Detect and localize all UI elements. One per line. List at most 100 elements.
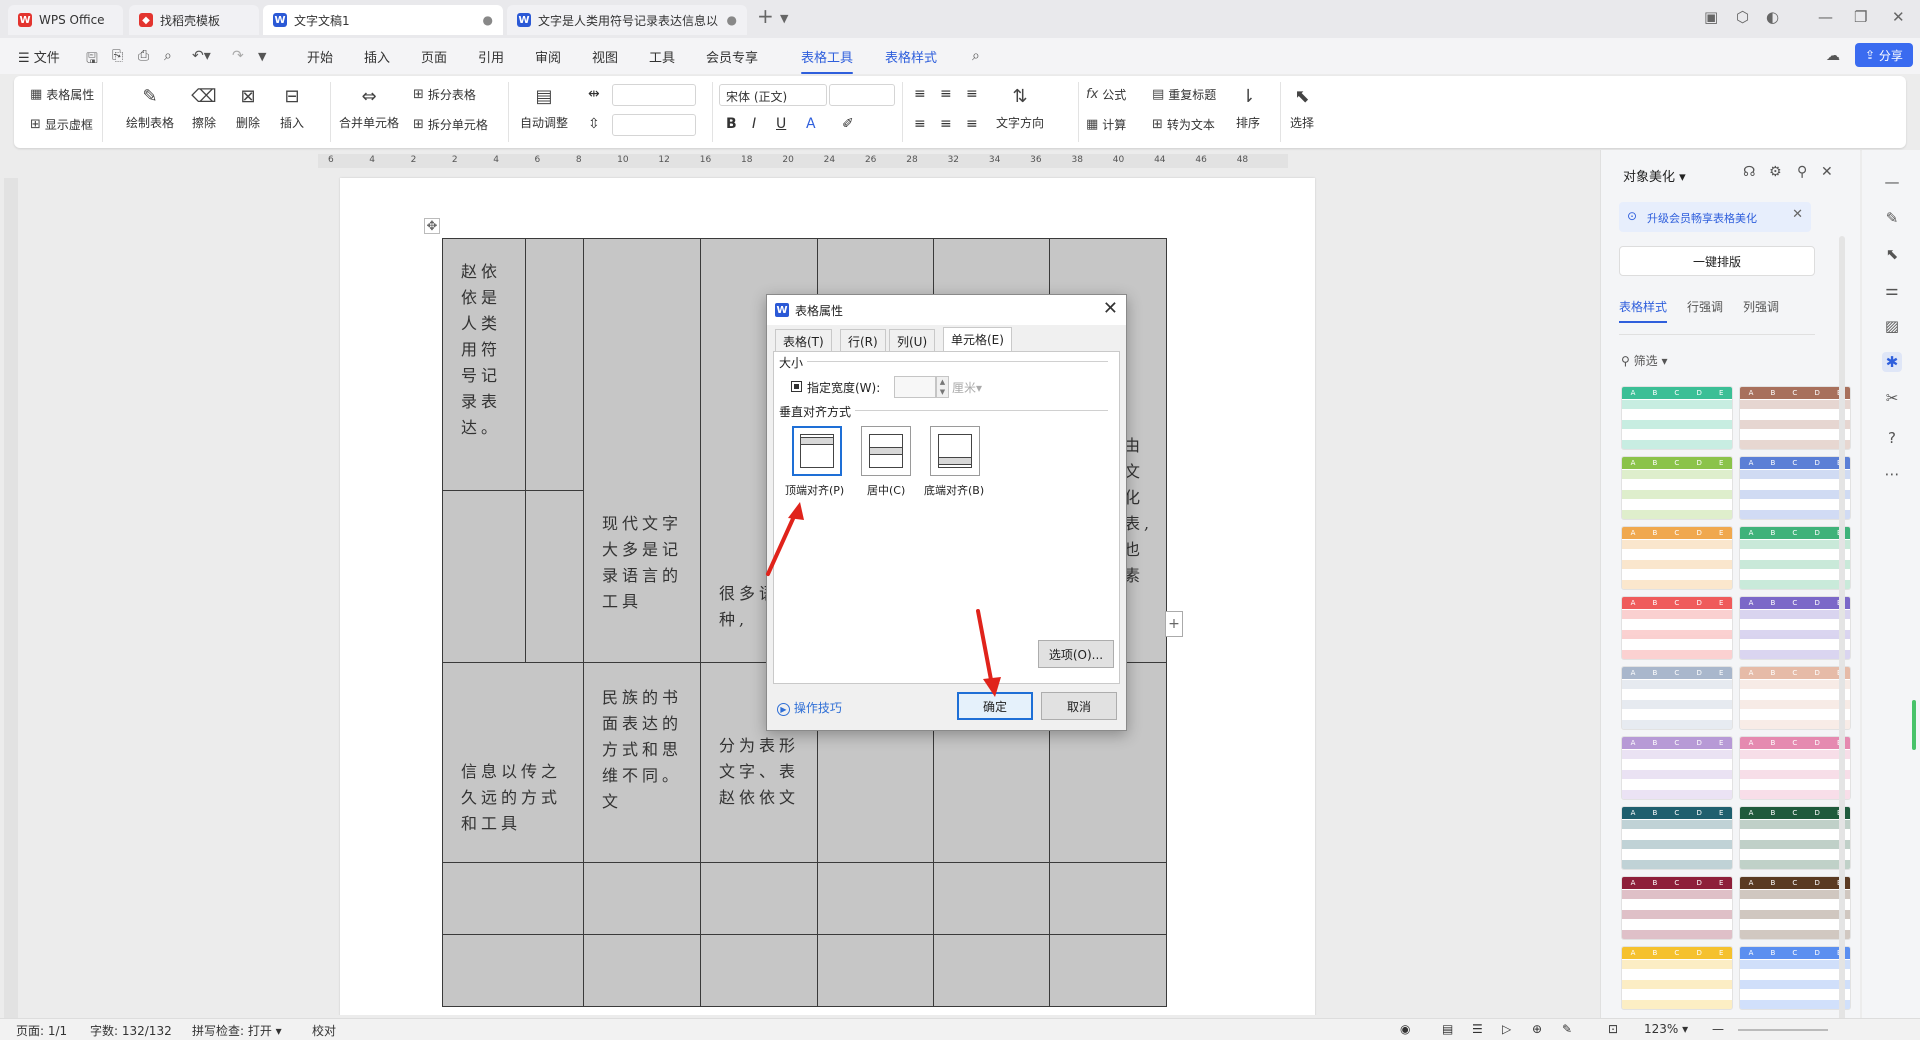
gear-icon[interactable]: ⚙ xyxy=(1769,164,1782,180)
convert-text-button[interactable]: ⊞ 转为文本 xyxy=(1152,116,1215,133)
table-style-thumbnail[interactable]: ABCDE xyxy=(1739,876,1851,940)
page-view-icon[interactable]: ▤ xyxy=(1442,1022,1453,1036)
cursor-icon[interactable]: ⬉ xyxy=(1882,244,1902,264)
align-middle-icon[interactable]: ≡ xyxy=(940,86,952,102)
table-style-thumbnail[interactable]: ABCDE xyxy=(1739,456,1851,520)
table-style-thumbnail[interactable]: ABCDE xyxy=(1621,456,1733,520)
align-bottom-icon[interactable]: ≡ xyxy=(966,86,978,102)
menu-review[interactable]: 审阅 xyxy=(535,47,561,66)
menu-table-style[interactable]: 表格样式 xyxy=(885,47,937,66)
zoom-level[interactable]: 123% ▾ xyxy=(1644,1022,1688,1036)
brush-icon[interactable]: ✂ xyxy=(1882,388,1902,408)
menu-table-tools[interactable]: 表格工具 xyxy=(801,47,854,74)
spell-check[interactable]: 拼写检查: 打开 ▾ xyxy=(192,1022,282,1039)
close-panel-icon[interactable]: ✕ xyxy=(1821,164,1833,180)
ok-button[interactable]: 确定 xyxy=(957,692,1033,720)
image-icon[interactable]: ▨ xyxy=(1882,316,1902,336)
table-cell[interactable] xyxy=(700,934,818,1007)
table-cell[interactable] xyxy=(442,934,584,1007)
search-icon[interactable]: ⌕ xyxy=(972,48,980,64)
table-style-thumbnail[interactable]: ABCDE xyxy=(1621,806,1733,870)
cell-options-button[interactable]: 选项(O)... xyxy=(1038,640,1114,668)
menu-insert[interactable]: 插入 xyxy=(364,47,390,66)
tab-docer[interactable]: ◆ 找稻壳模板 xyxy=(129,5,259,35)
table-move-handle-icon[interactable]: ✥ xyxy=(424,218,440,234)
font-size-select[interactable] xyxy=(829,84,895,106)
tab-table[interactable]: 表格(T) xyxy=(775,329,832,351)
tips-link[interactable]: ▶ 操作技巧 xyxy=(777,699,842,716)
eye-icon[interactable]: ◉ xyxy=(1400,1022,1410,1036)
valign-top-label[interactable]: 顶端对齐(P) xyxy=(785,482,844,498)
table-properties-button[interactable]: ▦ 表格属性 xyxy=(30,86,94,103)
align-center-icon[interactable]: ≡ xyxy=(940,116,952,132)
split-cells-button[interactable]: ⊞ 拆分单元格 xyxy=(413,116,488,133)
save-icon[interactable]: 🖫 xyxy=(86,48,98,72)
avatar-icon[interactable]: ◐ xyxy=(1766,8,1779,26)
table-cell[interactable] xyxy=(442,862,584,935)
font-name-select[interactable]: 宋体 (正文) xyxy=(719,84,827,106)
table-style-thumbnail[interactable]: ABCDE xyxy=(1621,526,1733,590)
more-chevron-icon[interactable]: ▼ xyxy=(258,50,266,63)
auto-fit-button[interactable]: ▤ 自动调整 xyxy=(520,84,568,131)
print-icon[interactable]: ⎙ xyxy=(138,48,149,64)
specify-width-checkbox[interactable] xyxy=(791,381,802,392)
table-cell[interactable] xyxy=(525,490,584,663)
table-style-thumbnail[interactable]: ABCDE xyxy=(1739,946,1851,1010)
outline-view-icon[interactable]: ☰ xyxy=(1472,1022,1483,1036)
table-style-thumbnail[interactable]: ABCDE xyxy=(1621,946,1733,1010)
table-cell[interactable]: 民族的书面表达的方式和思维不同。文 xyxy=(583,662,701,863)
table-style-thumbnail[interactable]: ABCDE xyxy=(1739,806,1851,870)
unsaved-dot-icon[interactable]: ● xyxy=(483,13,493,27)
table-cell[interactable] xyxy=(442,490,526,663)
align-top-icon[interactable]: ≡ xyxy=(914,86,926,102)
menu-page[interactable]: 页面 xyxy=(421,47,447,66)
merge-cells-button[interactable]: ⇔ 合并单元格 xyxy=(339,84,399,131)
row-height-input[interactable] xyxy=(612,114,696,136)
valign-center-label[interactable]: 居中(C) xyxy=(867,482,905,498)
draw-table-button[interactable]: ✎ 绘制表格 xyxy=(126,84,174,131)
sliders-icon[interactable]: ⚌ xyxy=(1882,280,1902,300)
minimize-icon[interactable]: — xyxy=(1818,8,1833,26)
tab-document-1[interactable]: W 文字文稿1 ● xyxy=(263,5,503,35)
italic-icon[interactable]: I xyxy=(752,116,756,132)
table-cell[interactable]: 赵依依是人类用符号记录表达。 xyxy=(442,238,526,491)
table-cell[interactable] xyxy=(583,862,701,935)
menu-member[interactable]: 会员专享 xyxy=(706,47,758,66)
table-cell[interactable] xyxy=(817,862,934,935)
dialog-title-bar[interactable]: W 表格属性 ✕ xyxy=(767,295,1126,325)
menu-start[interactable]: 开始 xyxy=(307,47,333,66)
globe-icon[interactable]: ⊕ xyxy=(1532,1022,1542,1036)
help-icon[interactable]: ? xyxy=(1882,428,1902,448)
close-icon[interactable]: ✕ xyxy=(1103,298,1118,319)
add-column-icon[interactable]: + xyxy=(1165,611,1183,637)
close-window-icon[interactable]: ✕ xyxy=(1892,8,1905,26)
table-cell[interactable]: 现代文字大多是记录语言的工具 xyxy=(583,238,701,663)
highlight-icon[interactable]: ✐ xyxy=(842,116,854,132)
formula-button[interactable]: fx 公式 xyxy=(1086,86,1126,103)
tab-row[interactable]: 行(R) xyxy=(840,329,886,351)
zoom-slider[interactable] xyxy=(1738,1029,1828,1031)
tab-document-2[interactable]: W 文字是人类用符号记录表达信息以 ● xyxy=(507,5,747,35)
table-style-thumbnail[interactable]: ABCDE xyxy=(1621,596,1733,660)
close-promo-icon[interactable]: ✕ xyxy=(1792,207,1803,222)
redo-icon[interactable]: ↷ xyxy=(232,48,244,64)
print-preview-icon[interactable]: ⌕ xyxy=(164,48,172,64)
horizontal-ruler[interactable]: 6 4 2 2 4 6 8 10 12 16 18 20 24 26 28 32 34 36 38 40 44 46 48 xyxy=(318,154,1288,168)
repeat-header-button[interactable]: ▤ 重复标题 xyxy=(1152,86,1216,103)
valign-center-option[interactable] xyxy=(861,426,911,476)
export-icon[interactable]: ⎘ xyxy=(112,48,123,64)
table-style-thumbnail[interactable]: ABCDE xyxy=(1739,386,1851,450)
beautify-icon[interactable]: ✱ xyxy=(1882,352,1902,372)
table-cell[interactable] xyxy=(817,934,934,1007)
valign-bottom-label[interactable]: 底端对齐(B) xyxy=(924,482,984,498)
table-cell[interactable] xyxy=(1049,862,1167,935)
tab-wps-office[interactable]: W WPS Office xyxy=(8,5,123,35)
delete-button[interactable]: ⊠ 删除 xyxy=(236,84,260,131)
split-table-button[interactable]: ⊞ 拆分表格 xyxy=(413,86,476,103)
panel-scrollbar[interactable] xyxy=(1839,236,1845,1036)
bold-icon[interactable]: B xyxy=(726,116,737,132)
tab-column[interactable]: 列(U) xyxy=(889,329,936,351)
unsaved-dot-icon[interactable]: ● xyxy=(727,13,737,27)
table-cell[interactable] xyxy=(700,862,818,935)
tab-table-style[interactable]: 表格样式 xyxy=(1619,298,1668,323)
